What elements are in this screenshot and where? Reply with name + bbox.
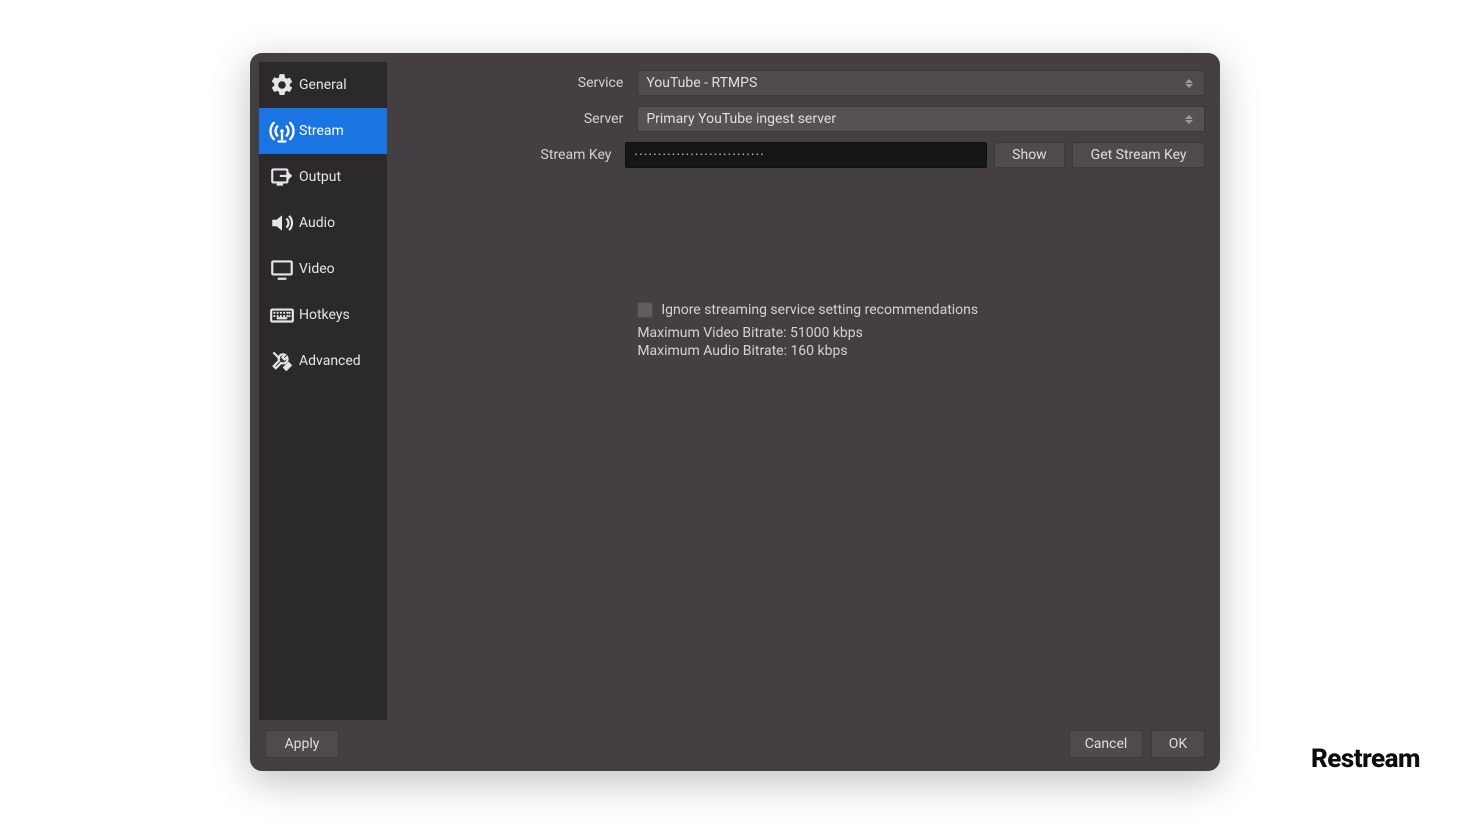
service-select[interactable]: YouTube - RTMPS [637, 70, 1205, 96]
antenna-icon [265, 117, 299, 145]
brand-watermark: Restream [1311, 744, 1420, 774]
sidebar-item-label: General [299, 77, 347, 93]
get-stream-key-label: Get Stream Key [1091, 147, 1187, 163]
service-label: Service [393, 75, 637, 91]
sidebar-item-stream[interactable]: Stream [259, 108, 387, 154]
settings-window: General Stream [250, 53, 1220, 771]
sidebar-item-label: Stream [299, 123, 344, 139]
tools-icon [265, 348, 299, 374]
service-value: YouTube - RTMPS [646, 75, 1182, 91]
streamkey-input[interactable]: ···························· [625, 142, 986, 168]
monitor-icon [265, 256, 299, 282]
server-select[interactable]: Primary YouTube ingest server [637, 106, 1205, 132]
streamkey-value: ···························· [634, 147, 764, 163]
settings-sidebar: General Stream [259, 62, 387, 720]
ok-button[interactable]: OK [1151, 730, 1205, 758]
show-button[interactable]: Show [994, 142, 1064, 168]
ignore-recommendations-checkbox[interactable] [637, 302, 653, 318]
sidebar-item-video[interactable]: Video [259, 246, 387, 292]
speaker-icon [265, 210, 299, 236]
chevron-updown-icon [1182, 112, 1196, 126]
sidebar-item-hotkeys[interactable]: Hotkeys [259, 292, 387, 338]
max-audio-bitrate: Maximum Audio Bitrate: 160 kbps [637, 342, 1205, 360]
server-label: Server [393, 111, 637, 127]
cancel-label: Cancel [1085, 736, 1128, 752]
server-value: Primary YouTube ingest server [646, 111, 1182, 127]
sidebar-item-advanced[interactable]: Advanced [259, 338, 387, 384]
streamkey-label: Stream Key [393, 147, 625, 163]
ok-label: OK [1169, 736, 1187, 752]
settings-content: Service YouTube - RTMPS Server Primary Y… [387, 62, 1211, 720]
ignore-recommendations-label: Ignore streaming service setting recomme… [661, 302, 978, 318]
sidebar-item-audio[interactable]: Audio [259, 200, 387, 246]
show-button-label: Show [1012, 147, 1047, 163]
cancel-button[interactable]: Cancel [1069, 730, 1143, 758]
chevron-updown-icon [1182, 76, 1196, 90]
max-video-bitrate: Maximum Video Bitrate: 51000 kbps [637, 324, 1205, 342]
gear-icon [265, 72, 299, 98]
sidebar-item-label: Hotkeys [299, 307, 350, 323]
sidebar-item-label: Video [299, 261, 335, 277]
apply-button[interactable]: Apply [265, 730, 339, 758]
sidebar-item-label: Advanced [299, 353, 361, 369]
keyboard-icon [265, 302, 299, 328]
get-stream-key-button[interactable]: Get Stream Key [1072, 142, 1205, 168]
sidebar-item-general[interactable]: General [259, 62, 387, 108]
sidebar-item-output[interactable]: Output [259, 154, 387, 200]
dialog-footer: Apply Cancel OK [259, 720, 1211, 762]
sidebar-item-label: Audio [299, 215, 335, 231]
output-icon [265, 164, 299, 190]
sidebar-item-label: Output [299, 169, 341, 185]
apply-label: Apply [285, 736, 320, 752]
